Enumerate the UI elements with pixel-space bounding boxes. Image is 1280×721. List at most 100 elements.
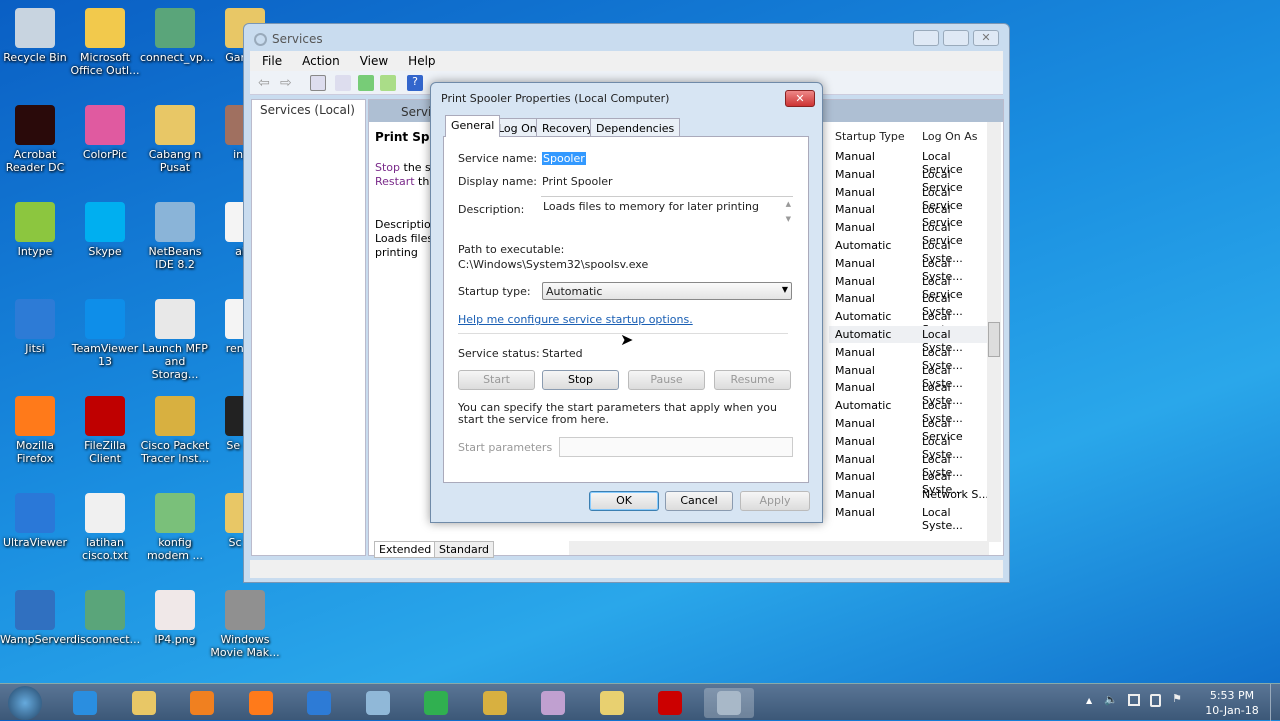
refresh-icon[interactable] (358, 75, 374, 91)
desktop-icon[interactable]: connect_vp... (140, 4, 213, 64)
desktop-icon[interactable]: FileZilla Client (70, 392, 140, 465)
clock-date[interactable]: 10-Jan-18 (1200, 704, 1264, 717)
desktop-icon[interactable]: Jitsi (0, 295, 70, 355)
desktop-icon[interactable]: disconnect... (70, 586, 140, 646)
back-icon[interactable]: ⇦ (258, 75, 274, 91)
vertical-scrollbar[interactable] (987, 122, 1001, 542)
description-box[interactable]: Loads files to memory for later printing… (541, 196, 793, 228)
taskbar-services[interactable] (703, 688, 754, 718)
table-row[interactable]: AutomaticLocal Syste... (829, 237, 989, 265)
taskbar-media-player[interactable] (177, 688, 227, 718)
column-startup-type[interactable]: Startup Type (835, 130, 905, 143)
desktop-icon[interactable]: Launch MFP and Storag... (140, 295, 210, 381)
desktop-icon[interactable]: UltraViewer (0, 489, 70, 549)
console-tree-icon[interactable] (310, 75, 326, 91)
stop-button[interactable]: Stop (542, 370, 619, 390)
desktop-icon[interactable]: Intype (0, 198, 70, 258)
desktop-icon[interactable]: Windows Movie Mak... (210, 586, 280, 659)
desktop-icon[interactable]: Mozilla Firefox (0, 392, 70, 465)
minimize-button[interactable] (913, 30, 939, 46)
table-row[interactable]: Manual Local Service (829, 166, 989, 194)
table-row[interactable]: Manual Local Syste... (829, 433, 989, 461)
table-row[interactable]: Manual Local Syste... (829, 504, 989, 532)
table-row[interactable]: Manual Local Syste... (829, 255, 989, 283)
desktop-icon[interactable]: NetBeans IDE 8.2 (140, 198, 210, 271)
taskbar-file-explorer[interactable] (119, 688, 169, 718)
help-configure-link[interactable]: Help me configure service startup option… (458, 313, 693, 326)
menu-help[interactable]: Help (408, 54, 435, 68)
table-row[interactable]: AutomaticLocal Syste... (829, 308, 989, 336)
desktop-icon[interactable]: latihan cisco.txt (70, 489, 140, 562)
desktop-icon[interactable]: TeamViewer 13 (70, 295, 140, 368)
show-desktop-button[interactable] (1270, 684, 1280, 721)
menu-view[interactable]: View (360, 54, 388, 68)
taskbar-notepad[interactable] (353, 688, 403, 718)
taskbar-jitsi[interactable] (294, 688, 344, 718)
table-row[interactable]: Manual Local Syste... (829, 362, 989, 390)
dialog-close-button[interactable]: ✕ (785, 90, 815, 107)
taskbar-recorder[interactable] (645, 688, 695, 718)
power-icon[interactable] (1150, 694, 1161, 707)
display-name-value[interactable]: Print Spooler (542, 175, 613, 188)
taskbar-internet-explorer[interactable] (60, 688, 110, 718)
pause-button[interactable]: Pause (628, 370, 705, 390)
table-row[interactable]: Manual Local Syste... (829, 379, 989, 407)
tab-extended[interactable]: Extended (374, 541, 437, 558)
table-row[interactable]: Manual Local Service (829, 184, 989, 212)
table-row[interactable]: Manual Local Syste... (829, 451, 989, 479)
desktop-icon[interactable]: Microsoft Office Outl... (70, 4, 140, 77)
desktop-icon[interactable]: Skype (70, 198, 140, 258)
properties-icon[interactable] (335, 75, 351, 91)
table-row[interactable]: Manual Local Service (829, 219, 989, 247)
horizontal-scrollbar[interactable] (569, 541, 989, 555)
stop-link[interactable]: Stop (375, 161, 400, 174)
desktop-icon[interactable]: Cabang n Pusat (140, 101, 210, 174)
start-button[interactable] (8, 686, 42, 720)
menu-action[interactable]: Action (302, 54, 340, 68)
maximize-button[interactable] (943, 30, 969, 46)
ok-button[interactable]: OK (589, 491, 659, 511)
taskbar-chat[interactable] (411, 688, 461, 718)
cancel-button[interactable]: Cancel (665, 491, 733, 511)
table-row[interactable]: AutomaticLocal Syste... (829, 326, 989, 354)
scroll-down-icon[interactable]: ▼ (786, 215, 791, 223)
tab-general[interactable]: General (445, 115, 501, 137)
export-icon[interactable] (380, 75, 396, 91)
menu-file[interactable]: File (262, 54, 282, 68)
restart-link[interactable]: Restart (375, 175, 415, 188)
service-name-value[interactable]: Spooler (542, 152, 586, 165)
table-row[interactable]: Manual Local Service (829, 201, 989, 229)
volume-icon[interactable]: 🔈 (1104, 693, 1118, 706)
desktop-icon[interactable]: Recycle Bin (0, 4, 70, 64)
close-button[interactable]: ✕ (973, 30, 999, 46)
resume-button[interactable]: Resume (714, 370, 791, 390)
table-row[interactable]: Manual Network S... (829, 486, 989, 503)
table-row[interactable]: Manual Local Syste... (829, 290, 989, 318)
table-row[interactable]: Manual Local Syste... (829, 344, 989, 372)
table-row[interactable]: Manual Local Service (829, 148, 989, 176)
table-row[interactable]: Manual Local Syste... (829, 468, 989, 496)
scrollbar-thumb[interactable] (988, 322, 1000, 357)
tree-item-services-local[interactable]: Services (Local) (260, 103, 355, 117)
taskbar-paint[interactable] (528, 688, 578, 718)
apply-button[interactable]: Apply (740, 491, 810, 511)
table-row[interactable]: Manual Local Service (829, 415, 989, 443)
start-button[interactable]: Start (458, 370, 535, 390)
taskbar-firefox[interactable] (236, 688, 286, 718)
table-row[interactable]: AutomaticLocal Syste... (829, 397, 989, 425)
tab-dependencies[interactable]: Dependencies (590, 118, 681, 137)
scroll-up-icon[interactable]: ▲ (786, 200, 791, 208)
desktop-icon[interactable]: IP4.png (140, 586, 210, 646)
action-center-flag-icon[interactable]: ⚑ (1172, 692, 1182, 705)
network-icon[interactable] (1128, 694, 1140, 706)
start-parameters-input[interactable] (559, 437, 793, 457)
clock-time[interactable]: 5:53 PM (1204, 689, 1260, 702)
startup-type-select[interactable]: Automatic ▼ (542, 282, 792, 300)
table-row[interactable]: Manual Local Service (829, 273, 989, 301)
column-log-on-as[interactable]: Log On As (922, 130, 978, 143)
desktop-icon[interactable]: konfig modem ... (140, 489, 210, 562)
show-hidden-icons[interactable]: ▲ (1086, 696, 1092, 705)
forward-icon[interactable]: ⇨ (280, 75, 296, 91)
desktop-icon[interactable]: Cisco Packet Tracer Inst... (140, 392, 210, 465)
desktop-icon[interactable]: Acrobat Reader DC (0, 101, 70, 174)
